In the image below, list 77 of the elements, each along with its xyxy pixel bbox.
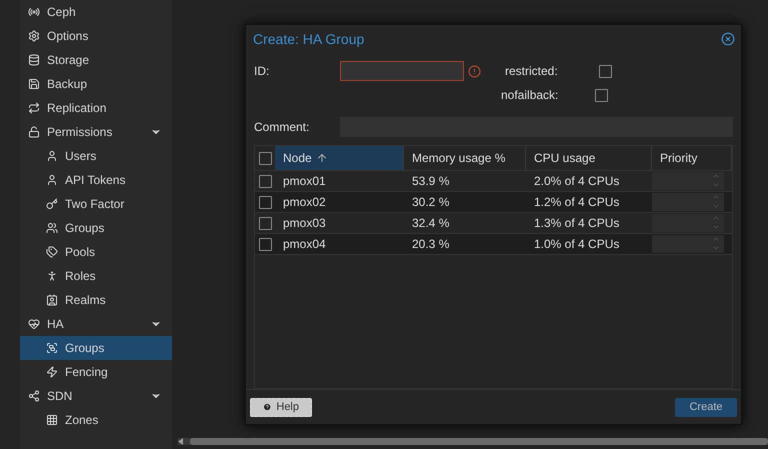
user-icon (46, 150, 58, 162)
sidebar-item[interactable]: Ceph (20, 0, 172, 24)
priority-field[interactable] (652, 214, 724, 232)
grid-icon (46, 414, 58, 426)
column-header[interactable]: CPU usage (526, 146, 652, 170)
field-label: Comment: (254, 120, 310, 134)
group-icon (46, 342, 58, 354)
field-label: nofailback: (501, 88, 560, 102)
database-icon (28, 54, 40, 66)
sidebar-item[interactable]: Replication (20, 96, 172, 120)
sidebar-item[interactable]: Backup (20, 72, 172, 96)
gear-icon (28, 30, 40, 42)
table-cell-text: 30.2 % (411, 194, 450, 211)
share-icon (28, 390, 40, 402)
error-icon (468, 64, 481, 78)
checkbox[interactable] (258, 152, 272, 164)
table-cell-text: 32.4 % (411, 215, 450, 232)
scroll-left-icon[interactable] (178, 438, 184, 445)
unlock-icon (28, 126, 40, 138)
table-cell-text: pmox02 (282, 194, 327, 211)
scrollbar[interactable] (178, 438, 768, 445)
key-icon (46, 198, 58, 210)
table-cell-text: 1.2% of 4 CPUs (533, 194, 620, 211)
column-header[interactable]: Node (275, 146, 404, 170)
priority-field[interactable] (652, 172, 724, 190)
table-cell-text: pmox04 (282, 236, 327, 253)
sidebar-item[interactable]: Pools (20, 240, 172, 264)
priority-field[interactable] (652, 193, 724, 211)
dialog-title: Create: HA Group (253, 31, 364, 47)
help-button[interactable]: Help (250, 398, 312, 416)
sidebar-item[interactable]: Roles (20, 264, 172, 288)
field-label: restricted: (505, 64, 559, 78)
sidebar-item[interactable]: Realms (20, 288, 172, 312)
sidebar-item[interactable]: HA (20, 312, 172, 336)
sidebar-item[interactable]: Groups (20, 336, 172, 360)
close-icon[interactable] (721, 32, 735, 46)
sidebar-item[interactable]: Permissions (20, 120, 172, 144)
checkbox[interactable] (595, 88, 608, 102)
checkbox[interactable] (599, 64, 612, 78)
table-cell-text: pmox01 (282, 173, 327, 190)
table-cell-text: pmox03 (282, 215, 327, 232)
sidebar-item[interactable]: SDN (20, 384, 172, 408)
user-icon (46, 174, 58, 186)
checkbox[interactable] (258, 216, 272, 230)
create-button[interactable]: Create (675, 398, 737, 416)
table-cell-text: 1.0% of 4 CPUs (533, 236, 620, 253)
table-cell-text: 1.3% of 4 CPUs (533, 215, 620, 232)
heart-pulse-icon (28, 318, 40, 330)
sidebar-item[interactable]: Storage (20, 48, 172, 72)
id-card-icon (46, 294, 58, 306)
person-icon (46, 270, 58, 282)
bolt-icon (46, 366, 58, 378)
sidebar-item[interactable]: Options (20, 24, 172, 48)
table-cell-text: 2.0% of 4 CPUs (533, 173, 620, 190)
sidebar-item[interactable]: Fencing (20, 360, 172, 384)
table-cell-text: 53.9 % (411, 173, 450, 190)
save-icon (28, 78, 40, 90)
checkbox[interactable] (258, 174, 272, 188)
antenna-icon (28, 6, 40, 18)
sidebar-item[interactable]: Zones (20, 408, 172, 432)
sidebar-item[interactable]: Users (20, 144, 172, 168)
checkbox[interactable] (258, 238, 272, 250)
id-field[interactable] (340, 61, 464, 81)
users-icon (46, 222, 58, 234)
field-label: ID: (254, 64, 270, 78)
sidebar-item[interactable]: Groups (20, 216, 172, 240)
tags-icon (46, 246, 58, 258)
sidebar-item[interactable]: Two Factor (20, 192, 172, 216)
priority-field[interactable] (652, 235, 724, 253)
checkbox[interactable] (258, 196, 272, 208)
repeat-icon (28, 102, 40, 114)
help-icon (263, 401, 272, 413)
table-cell-text: 20.3 % (411, 236, 450, 253)
sort-arrow-icon (316, 152, 328, 164)
column-header[interactable]: Priority (652, 146, 732, 170)
column-header[interactable]: Memory usage % (404, 146, 526, 170)
sidebar-item[interactable]: API Tokens (20, 168, 172, 192)
